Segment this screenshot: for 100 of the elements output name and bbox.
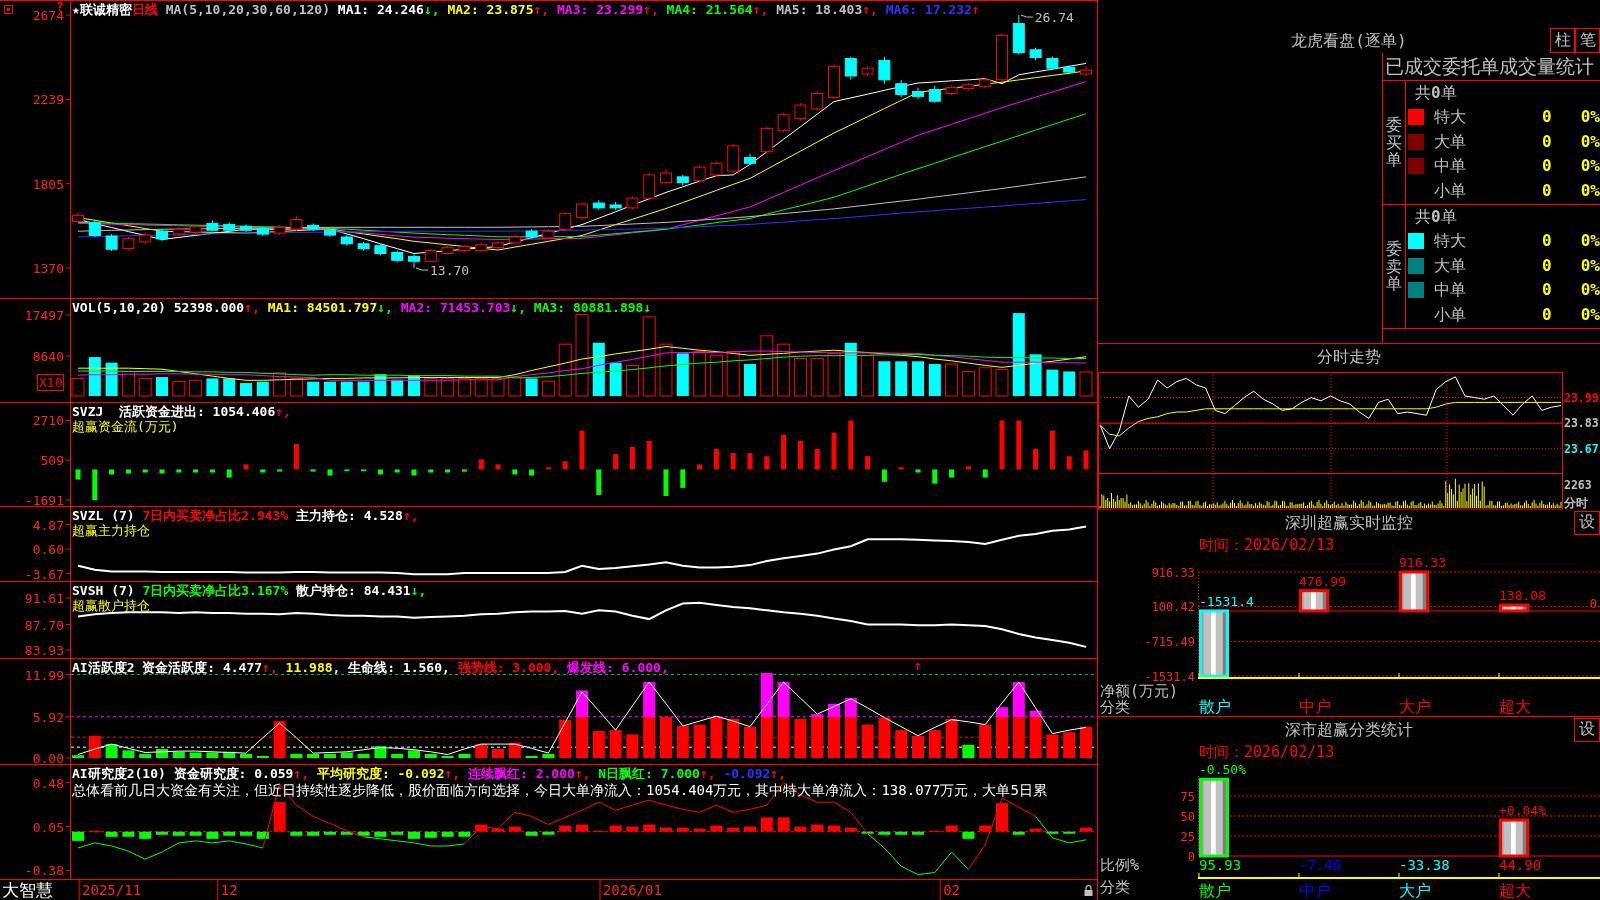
axis-tick-label: 83.93 [24,643,64,659]
brand-name: 大智慧 [2,880,53,900]
order-share: 0% [1580,180,1600,201]
settings-button[interactable]: 设 [1574,717,1600,742]
bar [105,744,118,759]
square-icon [4,5,13,14]
bar [172,751,185,759]
bar [156,377,168,396]
bar [961,370,975,397]
bar [915,469,921,473]
bar [878,361,891,396]
side-label: 委卖单 [1386,240,1402,293]
price-callout: 26.74 [1020,10,1074,26]
bar [424,753,437,759]
bar [139,831,152,839]
bar-value-label: -33.38 [1399,857,1450,873]
bar [827,352,841,397]
axis-tick-label: 1805 [32,176,64,192]
bar-value-label: 95.93 [1199,857,1242,873]
bar [492,748,504,759]
bar [441,831,454,837]
bar [176,469,182,473]
bar [357,753,370,759]
bar [223,378,236,396]
axis-tick-label: 0 [1187,849,1195,864]
bar-value-label: -7.46 [1299,857,1342,873]
bar [542,753,555,759]
panel-title: 深市超赢分类统计 [1285,719,1413,740]
bar [75,469,81,480]
bar [428,469,434,473]
bar [391,831,404,835]
bar [457,377,471,397]
unit-label: X10 [37,374,65,391]
bar [895,831,908,835]
view-toggle-button[interactable]: 笔 [1575,28,1600,53]
bar [189,379,203,397]
axis-caption: 分时 [1564,496,1588,510]
bar [962,744,975,759]
bar [424,377,438,397]
order-size-label: 大单 [1434,131,1467,152]
timestamp-text: 时间：2026/02/13 [1199,536,1335,554]
category-label: 中户 [1299,881,1331,900]
axis-tick-label: 2263 [1564,478,1592,492]
bar [391,379,404,396]
bar [709,355,723,397]
axis-tick-label: 8640 [32,349,64,364]
view-toggle-button[interactable]: 柱 [1550,28,1575,53]
bar [642,316,656,397]
lock-icon[interactable] [1084,885,1093,896]
axis-tick-label: 23.99 [1564,390,1599,405]
order-count: 0 [1542,304,1553,325]
bar [797,440,803,470]
bar [458,831,471,837]
axis-tick-label: 916.33 [1151,565,1195,580]
bar [1049,430,1055,470]
bar [445,469,451,473]
order-count: 0 [1542,280,1553,301]
date-axis-label: 2026/01 [602,882,662,898]
order-count: 0 [1542,231,1553,252]
bar [142,469,148,473]
bar [475,744,488,759]
bar [579,430,585,470]
order-total: 共0单 [1415,83,1457,103]
date-axis-label: 02 [943,882,961,898]
axis-tick-label: 1370 [32,261,64,277]
bar [377,469,383,475]
bar [609,362,622,396]
order-count: 0 [1542,180,1553,201]
bar [861,831,874,834]
bar [978,367,992,397]
bar [209,469,215,473]
bar [995,369,1009,397]
timestamp-text: 时间：2026/02/13 [1199,743,1335,761]
bar [663,469,669,497]
bar [391,753,404,759]
bar-value-label: -1531.4 [1199,593,1254,609]
axis-caption: 净额(万元) [1100,682,1179,700]
indicator-subtitle: 超赢散户持仓 [72,598,150,613]
stats-title: 已成交委托单成交量统计 [1385,55,1594,78]
bar [1066,456,1072,470]
order-count: 0 [1542,107,1553,128]
date-axis-label: 12 [220,882,238,898]
bar [478,459,484,470]
bar [491,377,505,397]
settings-button[interactable]: 设 [1574,510,1600,535]
bar [625,364,639,397]
bar [240,753,252,759]
bar [293,443,299,470]
order-share: 0% [1580,156,1600,177]
bar [474,377,488,397]
bar [327,469,333,476]
order-size-label: 特大 [1434,107,1467,128]
bar [206,831,219,839]
bar [629,446,635,470]
bar [408,831,420,839]
axis-caption: 分类 [1100,698,1130,716]
indicator-legend: SVZL (7) 7日内买卖净占比2.943% 主力持仓: 4.528↑, [72,508,419,523]
bar [226,469,232,478]
order-share: 0% [1580,107,1600,128]
order-total: 共0单 [1415,207,1457,227]
